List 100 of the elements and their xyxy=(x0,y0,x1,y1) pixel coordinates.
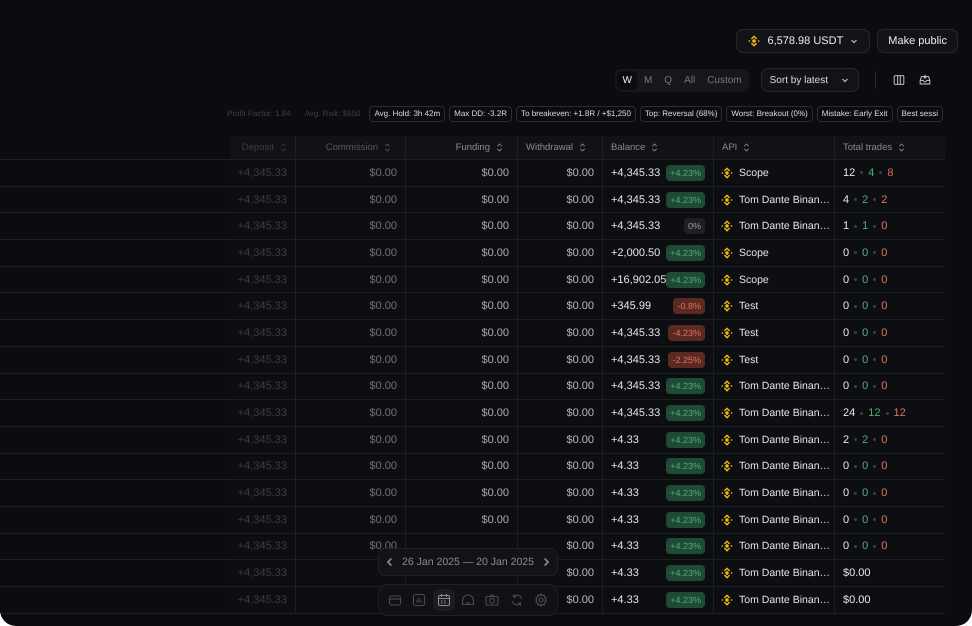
table-cell: $0.00 xyxy=(566,194,594,206)
table-cell: +4,345.33 xyxy=(611,380,660,392)
percent-change: +4.23% xyxy=(666,458,705,474)
table-cell: $0.00 xyxy=(369,487,397,500)
make-public-button[interactable]: Make public xyxy=(877,29,958,53)
column-header[interactable]: Withdrawal xyxy=(517,136,602,159)
loss-count: 0 xyxy=(881,300,888,312)
win-count: 0 xyxy=(862,326,868,339)
loss-count: 0 xyxy=(881,354,888,366)
table-cell: $0.00 xyxy=(566,246,594,259)
loss-count: 0 xyxy=(881,326,888,339)
trade-count: 0 xyxy=(843,246,850,259)
stat-chip: Best sessi xyxy=(896,106,943,122)
percent-change: +4.23% xyxy=(666,378,705,394)
table-cell: Tom Dante Binan… xyxy=(739,434,830,446)
calendar-icon[interactable] xyxy=(432,589,455,611)
coin-icon xyxy=(720,272,734,287)
table-cell: $0.00 xyxy=(566,460,594,472)
percent-change: -2.25% xyxy=(668,352,705,368)
win-count: 0 xyxy=(862,246,868,259)
percent-change: 0% xyxy=(684,218,705,234)
trade-count: 0 xyxy=(843,514,850,526)
table-cell: $0.00 xyxy=(566,514,594,526)
period-tab[interactable]: W xyxy=(617,70,637,90)
loss-count: 0 xyxy=(881,220,888,232)
table-cell: +4.33 xyxy=(611,594,639,606)
table-cell: Tom Dante Binan… xyxy=(739,220,830,232)
column-header[interactable]: Balance xyxy=(602,136,713,159)
table-cell: Tom Dante Binan… xyxy=(739,380,830,392)
table-cell: $0.00 xyxy=(566,354,594,366)
coin-icon xyxy=(720,486,734,500)
coin-icon xyxy=(720,566,734,580)
sort-dropdown[interactable]: Sort by latest xyxy=(760,68,859,92)
table-cell: +4,345.33 xyxy=(611,166,660,179)
table-cell: $0.00 xyxy=(566,220,594,232)
table-cell: $0.00 xyxy=(566,594,594,606)
table-cell: $0.00 xyxy=(481,354,509,366)
sort-icon xyxy=(280,142,287,153)
columns-icon[interactable] xyxy=(892,73,906,87)
table-cell: $0.00 xyxy=(843,567,871,580)
table-cell: Tom Dante Binan… xyxy=(739,407,830,420)
table-cell: Tom Dante Binan… xyxy=(739,487,830,500)
stat-chip: Max DD: -3.2R xyxy=(449,106,512,122)
table-cell: $0.00 xyxy=(481,300,509,312)
coin-icon xyxy=(720,352,734,367)
table-cell: Scope xyxy=(739,246,769,259)
table-cell: $0.00 xyxy=(369,220,397,232)
sort-icon xyxy=(384,142,391,153)
column-header[interactable]: Funding xyxy=(405,136,517,159)
table-cell: Scope xyxy=(739,166,769,179)
win-count: 4 xyxy=(868,166,874,179)
coin-icon xyxy=(720,459,734,474)
percent-change: +4.23% xyxy=(666,244,705,261)
coin-icon xyxy=(720,192,734,207)
win-count: 0 xyxy=(862,514,868,526)
loss-count: 0 xyxy=(881,514,888,526)
table-cell: $0.00 xyxy=(481,380,509,392)
trade-count: 4 xyxy=(843,194,850,206)
table-cell: +4.33 xyxy=(611,514,639,526)
date-range: 26 Jan 2025 — 20 Jan 2025 xyxy=(402,556,534,568)
coin-icon xyxy=(720,299,734,314)
balance-selector[interactable]: 6,578.98 USDT xyxy=(736,29,870,53)
period-tab[interactable]: Custom xyxy=(702,70,747,90)
trade-count: 0 xyxy=(843,300,850,312)
loss-count: 0 xyxy=(881,487,888,500)
column-header[interactable]: API xyxy=(713,136,834,159)
table-cell: Tom Dante Binan… xyxy=(739,540,830,552)
trade-count: 2 xyxy=(843,434,850,446)
table-cell: $0.00 xyxy=(369,380,397,392)
trade-count: 0 xyxy=(843,274,850,286)
win-count: 0 xyxy=(862,487,868,500)
coin-icon xyxy=(720,592,734,607)
loss-count: 8 xyxy=(887,166,894,179)
coin-icon xyxy=(720,512,734,527)
stat-chip: Top: Reversal (68%) xyxy=(640,106,722,122)
period-tab[interactable]: All xyxy=(679,70,700,90)
stat-chip: Mistake: Early Exit xyxy=(816,106,893,122)
table-cell: +4.33 xyxy=(611,487,639,500)
table-cell: $0.00 xyxy=(566,567,594,580)
percent-change: +4.23% xyxy=(666,565,705,582)
win-count: 0 xyxy=(862,540,868,552)
table-cell: Test xyxy=(739,354,758,366)
table-cell: $0.00 xyxy=(566,380,594,392)
table-cell: +4,345.33 xyxy=(611,354,660,366)
coin-icon xyxy=(720,219,734,234)
period-tab[interactable]: Q xyxy=(659,70,678,90)
win-count: 12 xyxy=(868,407,880,420)
percent-change: +4.23% xyxy=(666,192,705,208)
sort-icon xyxy=(898,142,906,153)
inbox-icon[interactable] xyxy=(918,73,932,87)
percent-change: +4.23% xyxy=(666,538,705,554)
trade-count: 0 xyxy=(843,354,850,366)
coin-icon xyxy=(720,406,734,420)
period-tab[interactable]: M xyxy=(638,70,658,90)
table-cell: +4.33 xyxy=(611,434,639,446)
coin-icon xyxy=(747,34,762,48)
sort-icon xyxy=(651,142,658,153)
sort-icon xyxy=(743,142,750,153)
column-header[interactable]: Total trades xyxy=(834,136,945,159)
win-count: 1 xyxy=(862,220,868,232)
